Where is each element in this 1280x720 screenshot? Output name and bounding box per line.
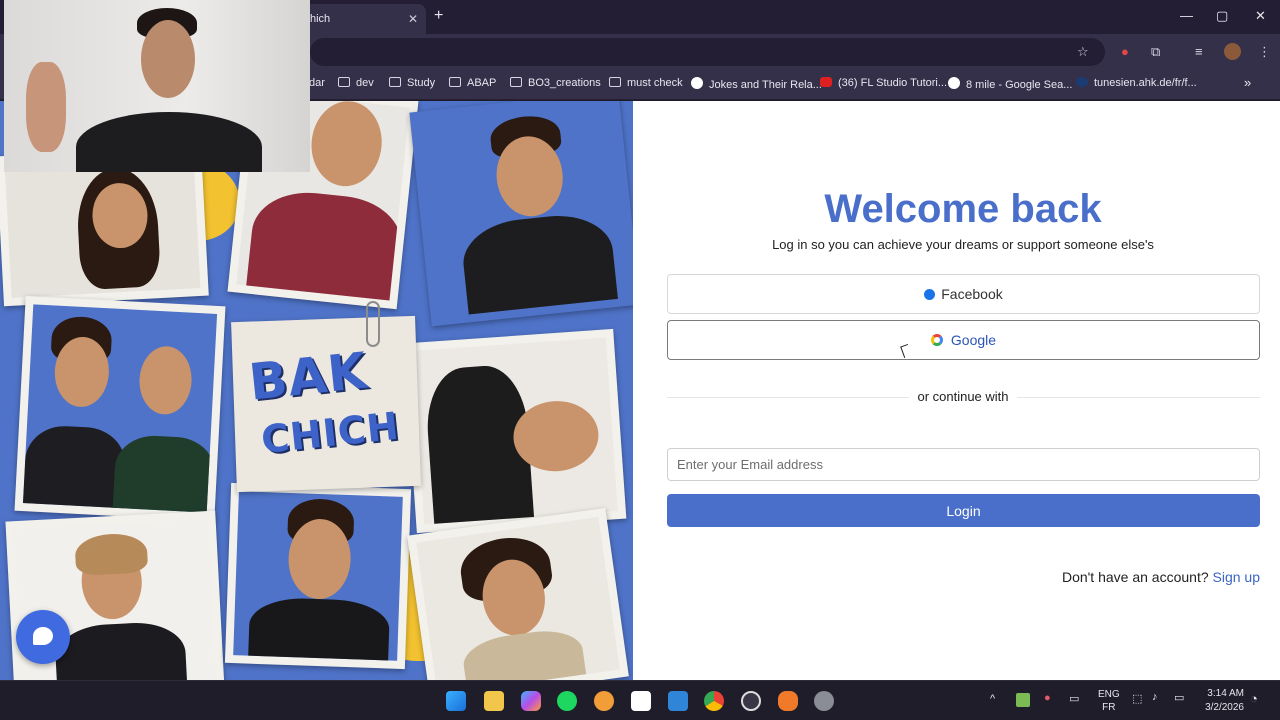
collage-image: BAK CHICH bbox=[0, 101, 633, 680]
folder-icon bbox=[338, 77, 350, 87]
bookmark-item[interactable]: BO3_creations bbox=[510, 77, 601, 89]
photo-frame bbox=[407, 507, 629, 680]
email-input[interactable] bbox=[667, 448, 1260, 481]
bookmark-item[interactable]: Study bbox=[389, 77, 435, 89]
network-icon[interactable]: ⬚ bbox=[1132, 692, 1142, 705]
folder-icon bbox=[389, 77, 401, 87]
google-icon bbox=[930, 334, 943, 346]
logo-text-line1: BAK bbox=[246, 341, 371, 412]
facebook-login-button[interactable]: Facebook bbox=[667, 274, 1260, 314]
vscode-icon[interactable] bbox=[668, 691, 688, 711]
profile-avatar[interactable] bbox=[1224, 43, 1241, 60]
extensions-icon[interactable]: ⧉ bbox=[1151, 44, 1160, 60]
clock-time: 3:14 AM bbox=[1207, 688, 1244, 699]
photo-frame bbox=[403, 328, 627, 534]
signup-link[interactable]: Sign up bbox=[1213, 569, 1260, 585]
bookmark-item[interactable]: Jokes and Their Rela... bbox=[691, 77, 822, 91]
webcam-overlay bbox=[4, 0, 310, 172]
minimize-button[interactable]: — bbox=[1180, 8, 1193, 23]
obs-icon[interactable] bbox=[741, 691, 761, 711]
fl-studio-icon[interactable] bbox=[594, 691, 614, 711]
page-subtitle: Log in so you can achieve your dreams or… bbox=[772, 237, 1154, 252]
maximize-button[interactable]: ▢ bbox=[1216, 8, 1228, 24]
folder-icon bbox=[510, 77, 522, 87]
signup-prompt-text: Don't have an account? bbox=[1061, 569, 1209, 585]
battery-icon[interactable]: ▭ bbox=[1174, 691, 1184, 704]
bookmark-item[interactable]: dar bbox=[309, 77, 325, 89]
web-page: BAK CHICH Welcome back Log in so you can… bbox=[0, 101, 1280, 680]
folder-icon bbox=[609, 77, 621, 87]
google-label: Google bbox=[950, 332, 997, 348]
google-icon bbox=[691, 77, 703, 89]
chrome-icon[interactable] bbox=[704, 691, 724, 711]
start-icon[interactable] bbox=[446, 691, 466, 711]
file-explorer-icon[interactable] bbox=[484, 691, 504, 711]
photo-frame bbox=[224, 482, 412, 670]
bookmark-star-icon[interactable]: ☆ bbox=[1077, 44, 1089, 60]
taskbar: ^ ● ▭ ENG FR ⬚ ♪ ▭ 3:14 AM 3/2/2026 ◔ bbox=[0, 680, 1280, 720]
folder-icon bbox=[449, 77, 461, 87]
settings-icon[interactable] bbox=[814, 691, 834, 711]
photo-frame bbox=[14, 295, 226, 522]
login-panel: Welcome back Log in so you can achieve y… bbox=[634, 101, 1280, 680]
facebook-label: Facebook bbox=[941, 286, 1003, 302]
bookmark-item[interactable]: 8 mile - Google Sea... bbox=[948, 77, 1072, 91]
notion-icon[interactable] bbox=[631, 691, 651, 711]
logo-text-line2: CHICH bbox=[259, 403, 402, 462]
login-button[interactable]: Login bbox=[667, 494, 1260, 527]
close-window-button[interactable]: ✕ bbox=[1255, 8, 1266, 24]
copilot-icon[interactable] bbox=[521, 691, 541, 711]
bookmark-item[interactable]: tunesien.ahk.de/fr/f... bbox=[1076, 77, 1197, 89]
new-tab-button[interactable]: + bbox=[434, 7, 443, 25]
bookmark-item[interactable]: ABAP bbox=[449, 77, 496, 89]
browser-menu-icon[interactable]: ⋮ bbox=[1258, 44, 1271, 60]
google-icon bbox=[948, 77, 960, 89]
media-control-icon[interactable]: ≡ bbox=[1195, 44, 1203, 59]
bookmark-item[interactable]: must check bbox=[609, 77, 683, 89]
google-login-button[interactable]: Google bbox=[667, 320, 1260, 360]
paperclip-icon bbox=[366, 301, 380, 347]
divider-label: or continue with bbox=[634, 389, 1280, 404]
ahk-icon bbox=[1076, 77, 1088, 87]
brand-logo-note: BAK CHICH bbox=[231, 315, 421, 493]
youtube-icon bbox=[820, 77, 832, 87]
language-indicator[interactable]: ENG FR bbox=[1098, 688, 1120, 714]
bookmark-item[interactable]: (36) FL Studio Tutori... bbox=[820, 77, 947, 89]
address-bar[interactable] bbox=[310, 38, 1105, 66]
spotify-icon[interactable] bbox=[557, 691, 577, 711]
chat-widget-button[interactable] bbox=[16, 610, 70, 664]
browser-tab[interactable]: hich ✕ bbox=[300, 4, 426, 34]
chat-icon bbox=[33, 627, 53, 645]
keyboard-icon[interactable]: ▭ bbox=[1069, 692, 1079, 705]
tab-close-icon[interactable]: ✕ bbox=[408, 4, 418, 34]
system-clock[interactable]: 3:14 AM 3/2/2026 bbox=[1205, 687, 1244, 715]
photo-frame bbox=[409, 101, 633, 327]
microphone-app-icon[interactable] bbox=[778, 691, 798, 711]
page-title: Welcome back bbox=[824, 187, 1102, 231]
extension-badge-icon[interactable]: ● bbox=[1121, 44, 1129, 59]
bookmark-item[interactable]: dev bbox=[338, 77, 374, 89]
tray-chevron-icon[interactable]: ^ bbox=[990, 693, 995, 705]
facebook-icon bbox=[924, 289, 936, 300]
signup-prompt: Don't have an account? Sign up bbox=[1062, 569, 1260, 585]
clock-date: 3/2/2026 bbox=[1205, 702, 1244, 713]
bookmarks-overflow-icon[interactable]: » bbox=[1244, 75, 1251, 90]
volume-icon[interactable]: ♪ bbox=[1152, 691, 1158, 703]
tab-title: hich bbox=[310, 13, 331, 25]
notification-bell-icon[interactable]: ◔ bbox=[1250, 691, 1258, 706]
tray-app-icon[interactable] bbox=[1016, 693, 1030, 707]
microphone-tray-icon[interactable]: ● bbox=[1044, 692, 1051, 704]
